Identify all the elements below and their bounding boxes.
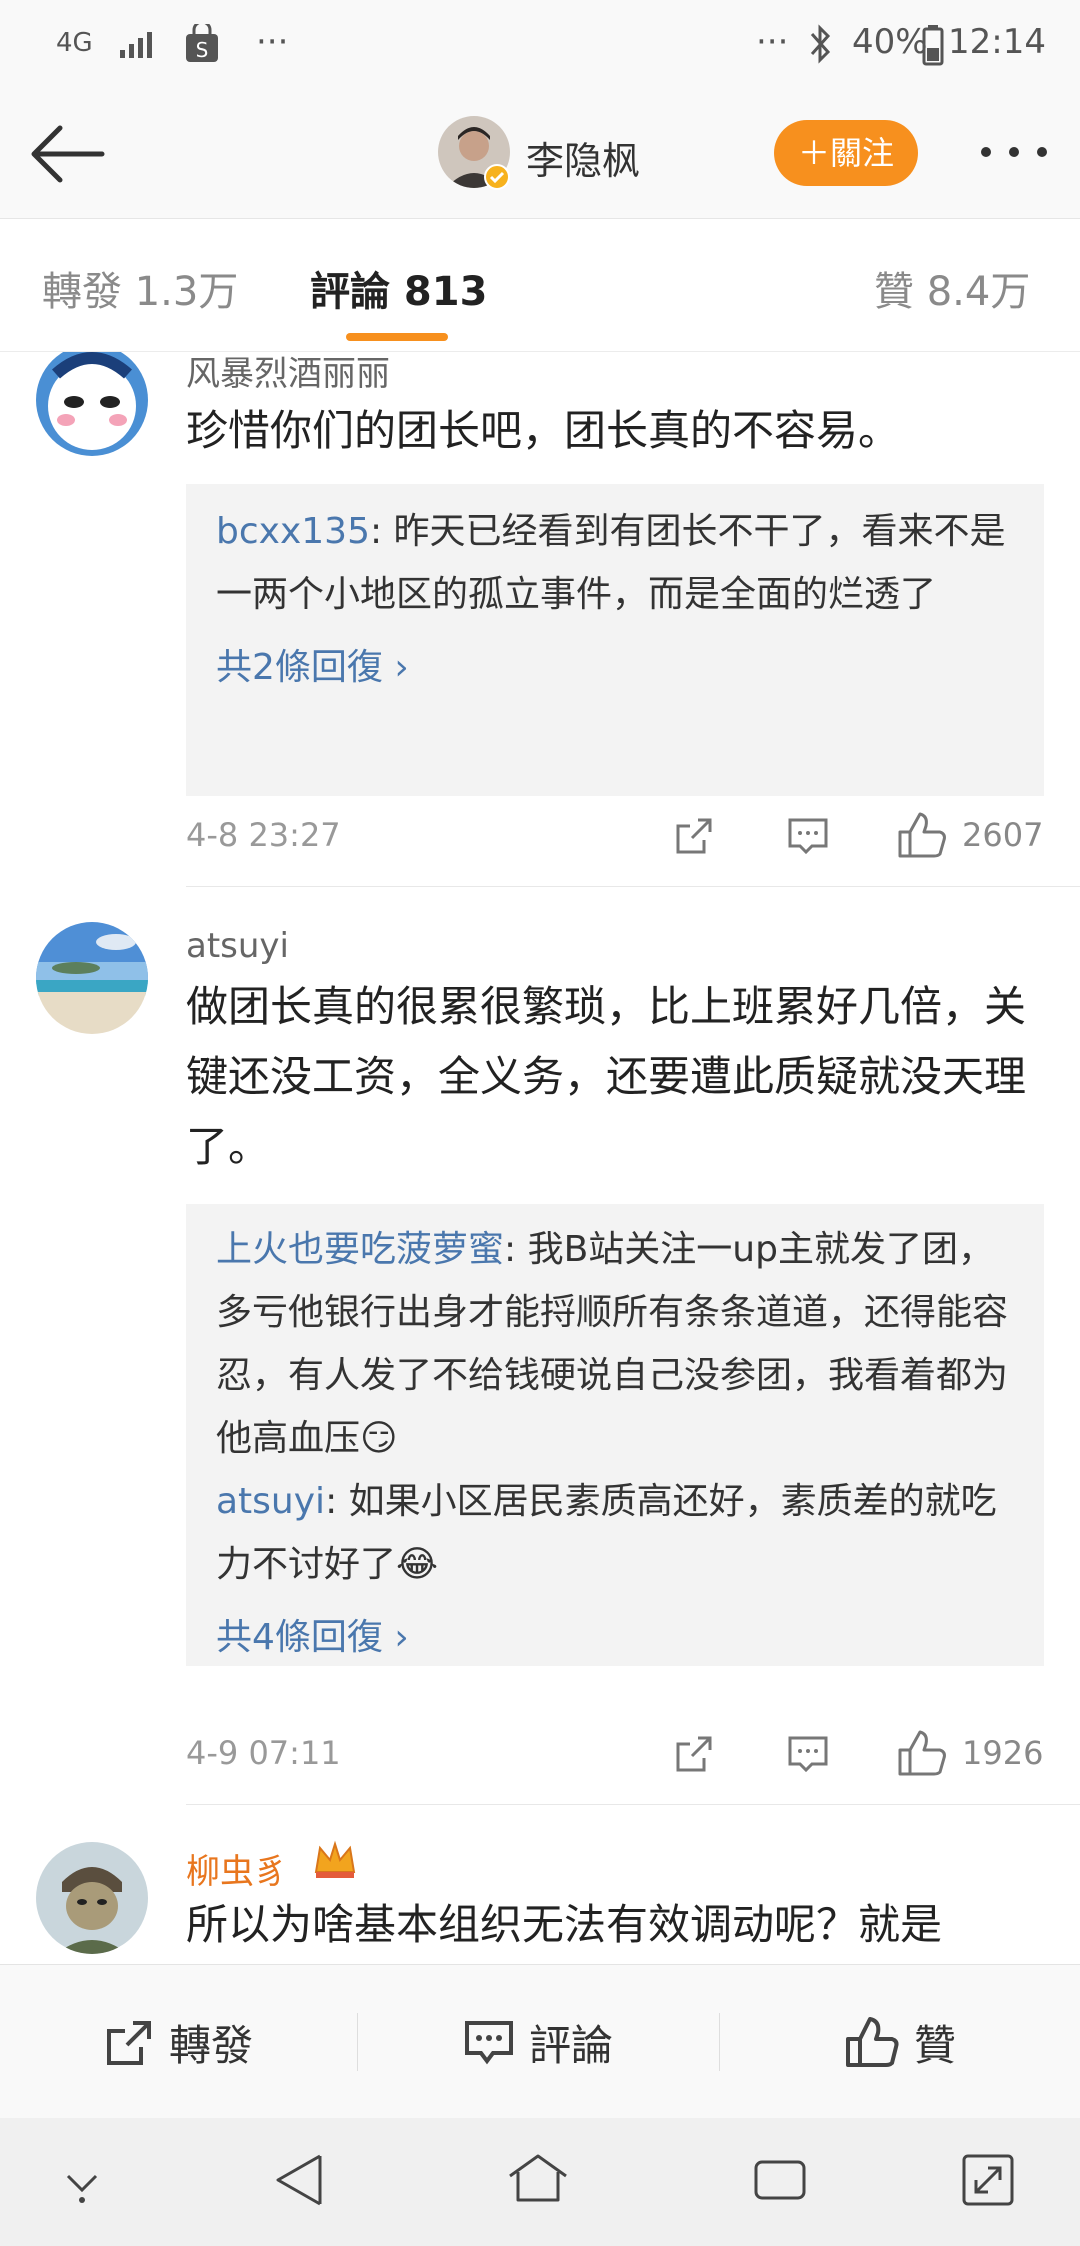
reply-line: atsuyi: 如果小区居民素质高还好，素质差的就吃力不讨好了😂 (216, 1470, 1016, 1596)
like-count: 2607 (962, 816, 1044, 854)
comment-icon[interactable] (786, 814, 830, 858)
repost-icon[interactable] (672, 814, 716, 858)
follow-button[interactable]: ＋關注 (774, 120, 918, 186)
repost-icon (106, 2021, 151, 2065)
comment-icon (464, 2021, 513, 2065)
more-status: ··· (756, 22, 789, 62)
more-options-icon[interactable] (976, 142, 1052, 162)
reply-username[interactable]: atsuyi (216, 1481, 325, 1522)
battery-icon (922, 25, 944, 66)
signal-icon (120, 32, 152, 58)
comment-time: 4-9 07:11 (186, 1734, 341, 1772)
comment-list: 风暴烈酒丽丽 珍惜你们的团长吧，团长真的不容易。 bcxx135: 昨天已经看到… (0, 352, 1080, 1964)
comment-time: 4-8 23:27 (186, 816, 341, 854)
comment-text: 做团长真的很累很繁琐，比上班累好几倍，关键还没工资，全义务，还要遭此质疑就没天理… (186, 982, 1027, 1171)
comment-divider (186, 886, 1080, 887)
post-tabs: 轉發 1.3万 評論 813 贊 8.4万 (0, 219, 1080, 352)
comment-button[interactable]: 評論 (358, 1965, 718, 2119)
like-label: 贊 (913, 2020, 956, 2070)
clock: 12:14 (948, 22, 1046, 62)
tab-repost[interactable]: 轉發 1.3万 (42, 259, 238, 317)
comment-divider (186, 1804, 1080, 1805)
reply-line: 上火也要吃菠萝蜜: 我B站关注一up主就发了团，多亏他银行出身才能捋顺所有条条道… (216, 1218, 1016, 1470)
reply-username[interactable]: 上火也要吃菠萝蜜 (216, 1229, 504, 1270)
recent-apps-icon[interactable] (750, 2150, 810, 2210)
view-more-replies-link[interactable]: 共2條回復 › (216, 638, 1016, 690)
svg-text:S: S (196, 38, 209, 62)
like-icon[interactable] (896, 1728, 948, 1778)
commenter-name[interactable]: 风暴烈酒丽丽 (186, 352, 390, 395)
like-icon (845, 2017, 899, 2067)
like-button[interactable]: 贊 (720, 1965, 1080, 2119)
like-icon[interactable] (896, 810, 948, 860)
commenter-avatar[interactable] (36, 922, 148, 1034)
repost-icon[interactable] (672, 1732, 716, 1776)
commenter-avatar[interactable] (36, 1842, 148, 1954)
back-icon[interactable] (272, 2150, 328, 2210)
more-notifications: ··· (256, 22, 289, 62)
status-bar: 4G S ··· ··· 40% 12:14 (0, 0, 1080, 90)
tab-comments[interactable]: 評論 813 (310, 259, 487, 317)
network-indicator: 4G (56, 28, 93, 58)
active-tab-indicator (346, 333, 448, 341)
battery-percent: 40% (852, 22, 928, 62)
verified-badge-icon (484, 164, 510, 190)
crown-badge-icon (314, 1840, 356, 1878)
home-icon[interactable] (506, 2150, 570, 2210)
comment-text: 珍惜你们的团长吧，团长真的不容易。 (186, 406, 901, 455)
reply-line: bcxx135: 昨天已经看到有团长不干了，看来不是一两个小地区的孤立事件，而是… (216, 500, 1016, 626)
reply-preview[interactable]: 上火也要吃菠萝蜜: 我B站关注一up主就发了团，多亏他银行出身才能捋顺所有条条道… (186, 1204, 1044, 1666)
repost-label: 轉發 (168, 2020, 253, 2070)
back-arrow-icon[interactable] (28, 122, 106, 186)
like-count: 1926 (962, 1734, 1044, 1772)
system-nav-bar (0, 2118, 1080, 2246)
bluetooth-icon (810, 24, 831, 64)
rotate-screen-icon[interactable] (958, 2150, 1018, 2210)
repost-button[interactable]: 轉發 (0, 1965, 356, 2119)
comment-label: 評論 (528, 2020, 613, 2070)
reply-username[interactable]: bcxx135 (216, 511, 370, 552)
view-more-replies-link[interactable]: 共4條回復 › (216, 1608, 1016, 1660)
comment-text: 所以为啥基本组织无法有效调动呢？就是 (186, 1900, 943, 1949)
top-nav-bar: 李隐枫 ＋關注 (0, 90, 1080, 219)
author-name[interactable]: 李隐枫 (526, 130, 640, 185)
commenter-name[interactable]: atsuyi (186, 926, 289, 966)
post-action-bar: 轉發 評論 贊 (0, 1964, 1080, 2119)
comment-icon[interactable] (786, 1732, 830, 1776)
reply-preview[interactable]: bcxx135: 昨天已经看到有团长不干了，看来不是一两个小地区的孤立事件，而是… (186, 484, 1044, 796)
hide-keyboard-icon[interactable] (62, 2166, 102, 2206)
tab-likes[interactable]: 贊 8.4万 (874, 259, 1030, 317)
commenter-avatar[interactable] (36, 352, 148, 456)
commenter-name[interactable]: 柳虫豸 (186, 1844, 288, 1893)
reply-text: : 如果小区居民素质高还好，素质差的就吃力不讨好了😂 (216, 1481, 997, 1585)
shopping-bag-icon: S (186, 24, 218, 62)
